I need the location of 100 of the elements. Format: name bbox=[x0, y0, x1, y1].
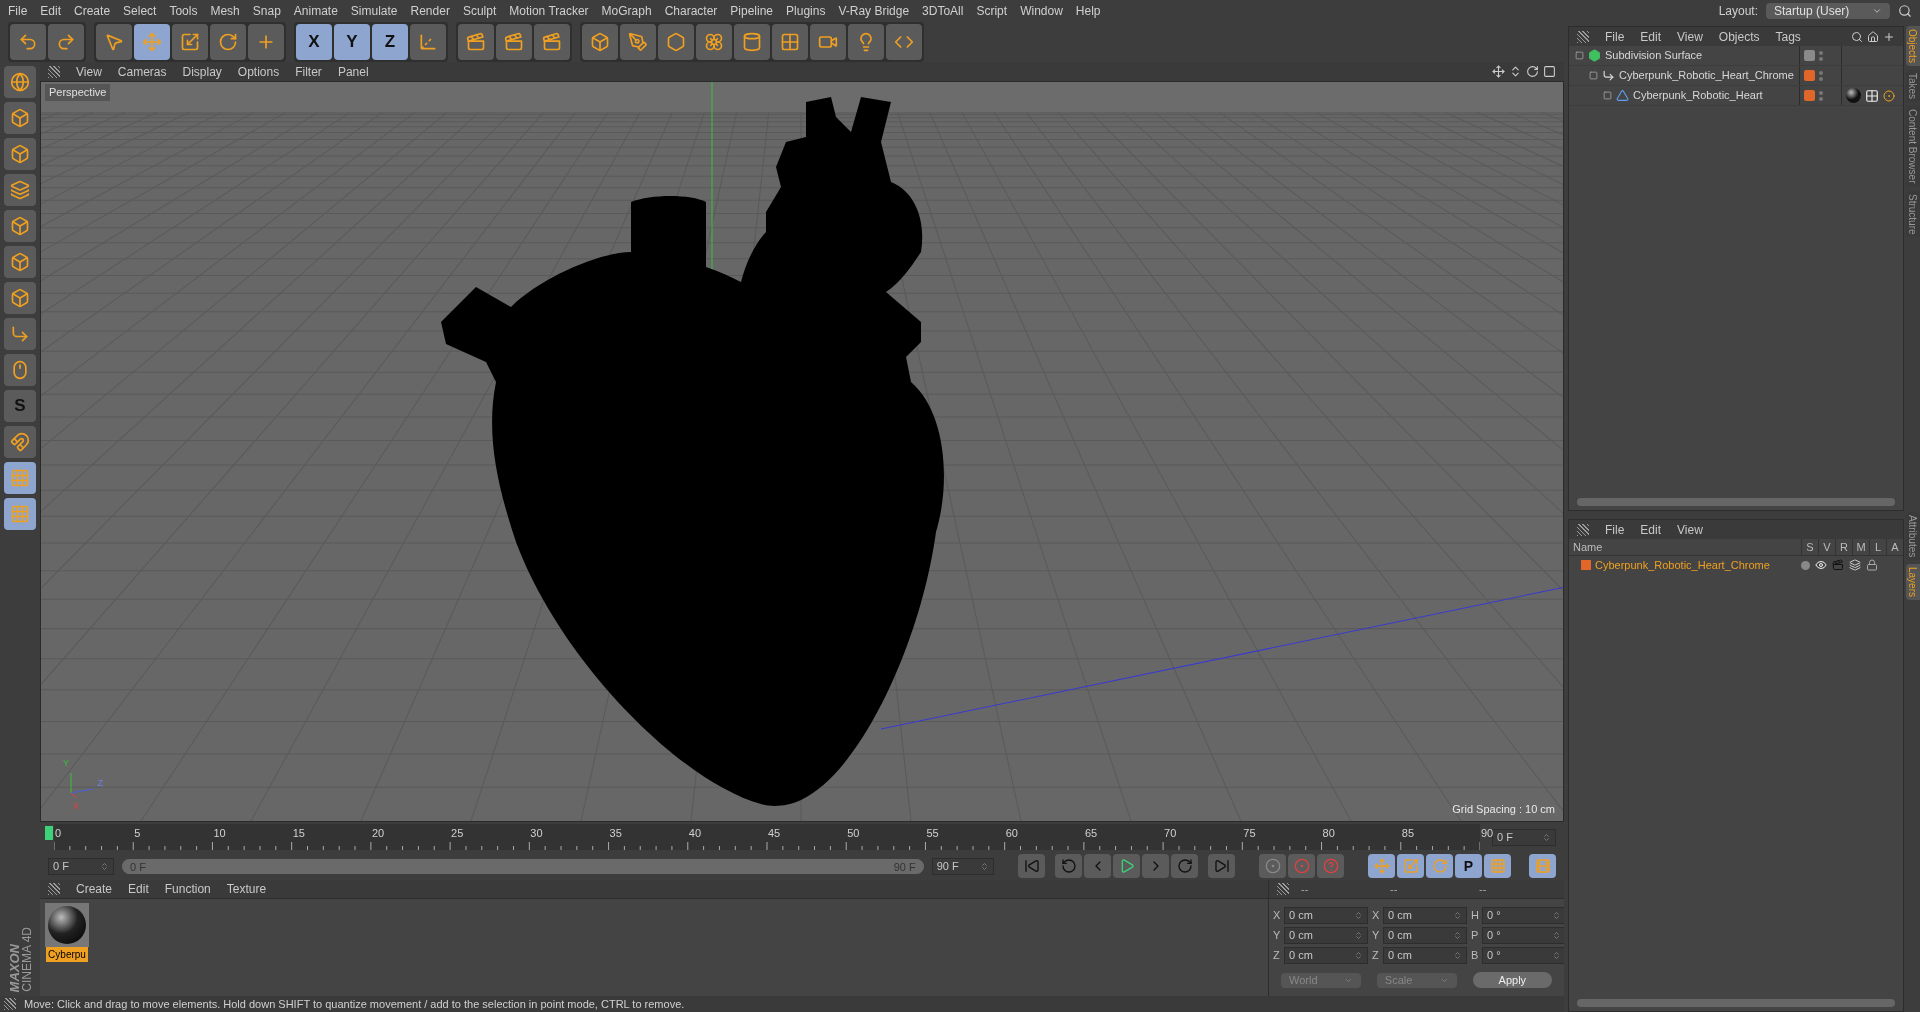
menu-item[interactable]: Edit bbox=[40, 2, 62, 20]
menu-item[interactable]: Cameras bbox=[117, 62, 167, 81]
toolbar-button[interactable] bbox=[4, 282, 36, 314]
spinner-arrows-icon[interactable] bbox=[1552, 951, 1561, 960]
toolbar-button[interactable] bbox=[4, 246, 36, 278]
menu-item[interactable]: Tags bbox=[1775, 27, 1801, 46]
visibility-dots-icon[interactable] bbox=[1819, 70, 1823, 81]
visibility-dots-icon[interactable] bbox=[1819, 50, 1823, 61]
coordinate-field[interactable]: 0 cm bbox=[1383, 927, 1467, 944]
spinner-arrows-icon[interactable] bbox=[1542, 832, 1551, 842]
key-tool-button[interactable]: P bbox=[1455, 854, 1482, 878]
menu-item[interactable]: Motion Tracker bbox=[509, 2, 589, 20]
spinner-arrows-icon[interactable] bbox=[1453, 911, 1462, 920]
playhead-marker[interactable] bbox=[45, 826, 53, 840]
menu-item[interactable]: Select bbox=[123, 2, 157, 20]
checker-tag-icon[interactable] bbox=[1865, 88, 1879, 103]
help-button[interactable] bbox=[1317, 854, 1344, 878]
toolbar-button[interactable] bbox=[4, 66, 36, 98]
toolbar-button[interactable] bbox=[10, 24, 46, 60]
toolbar-button[interactable] bbox=[458, 24, 494, 60]
toolbar-button[interactable] bbox=[658, 24, 694, 60]
start-frame-field[interactable]: 0 F bbox=[48, 857, 115, 875]
menu-item[interactable]: View bbox=[76, 62, 102, 81]
transport-button[interactable] bbox=[1018, 854, 1045, 878]
spinner-arrows-icon[interactable] bbox=[980, 861, 989, 871]
toolbar-button[interactable] bbox=[534, 24, 570, 60]
maximize-icon[interactable] bbox=[1543, 65, 1556, 78]
menu-item[interactable]: V-Ray Bridge bbox=[838, 2, 910, 20]
toolbar-button[interactable] bbox=[248, 24, 284, 60]
toolbar-button[interactable] bbox=[4, 102, 36, 134]
menu-item[interactable]: Edit bbox=[1640, 27, 1662, 46]
spinner-arrows-icon[interactable] bbox=[1453, 931, 1462, 940]
menu-item[interactable]: MoGraph bbox=[601, 2, 652, 20]
key-tool-button[interactable] bbox=[1529, 854, 1556, 878]
scrollbar[interactable] bbox=[1577, 498, 1895, 506]
coordinate-field[interactable]: 0 cm bbox=[1284, 907, 1368, 924]
spinner-arrows-icon[interactable] bbox=[1552, 911, 1561, 920]
toolbar-button[interactable] bbox=[620, 24, 656, 60]
toolbar-button[interactable] bbox=[210, 24, 246, 60]
end-frame-field[interactable]: 90 F bbox=[931, 857, 994, 875]
menu-item[interactable]: Help bbox=[1075, 2, 1101, 20]
spinner-arrows-icon[interactable] bbox=[1354, 951, 1363, 960]
search-icon[interactable] bbox=[1898, 4, 1912, 18]
menu-item[interactable]: Window bbox=[1020, 2, 1063, 20]
toolbar-button[interactable] bbox=[4, 426, 36, 458]
menu-item[interactable]: Edit bbox=[1640, 520, 1662, 539]
expand-icon[interactable] bbox=[1575, 51, 1584, 60]
chevron-down-icon[interactable] bbox=[1872, 6, 1882, 16]
menu-item[interactable]: Display bbox=[182, 62, 222, 81]
eye-icon[interactable] bbox=[1815, 559, 1827, 571]
search-icon[interactable] bbox=[1851, 30, 1863, 43]
toolbar-button[interactable] bbox=[48, 24, 84, 60]
toolbar-button[interactable] bbox=[4, 138, 36, 170]
current-frame-field[interactable]: 0 F bbox=[1492, 828, 1556, 846]
menu-item[interactable]: Sculpt bbox=[462, 2, 497, 20]
menu-item[interactable]: View bbox=[1677, 27, 1703, 46]
menu-item[interactable]: Render bbox=[410, 2, 450, 20]
menu-item[interactable]: View bbox=[1677, 520, 1703, 539]
menu-item[interactable]: Panel bbox=[337, 62, 369, 81]
menu-item[interactable]: Function bbox=[164, 880, 211, 898]
menu-item[interactable]: Objects bbox=[1718, 27, 1760, 46]
transport-button[interactable] bbox=[1055, 854, 1082, 878]
menu-item[interactable]: Snap bbox=[252, 2, 281, 20]
layer-swatch[interactable] bbox=[1804, 50, 1815, 61]
expand-icon[interactable] bbox=[1603, 91, 1612, 100]
spinner-arrows-icon[interactable] bbox=[1354, 911, 1363, 920]
toolbar-button[interactable] bbox=[496, 24, 532, 60]
autokey-button[interactable] bbox=[1259, 854, 1286, 878]
spinner-arrows-icon[interactable] bbox=[100, 861, 110, 871]
material-name[interactable]: Cyberpu bbox=[46, 947, 88, 962]
viewport-canvas[interactable]: Perspective Grid Spacing : 10 cm Y Z X bbox=[40, 81, 1564, 822]
transport-button[interactable] bbox=[1142, 854, 1169, 878]
toolbar-button[interactable] bbox=[410, 24, 446, 60]
menu-item[interactable]: 3DToAll bbox=[922, 2, 964, 20]
menu-item[interactable]: Plugins bbox=[786, 2, 826, 20]
toolbar-button[interactable] bbox=[810, 24, 846, 60]
toolbar-button[interactable] bbox=[4, 210, 36, 242]
pan-icon[interactable] bbox=[1492, 65, 1505, 78]
clapperboard-icon[interactable] bbox=[1832, 559, 1844, 571]
menu-item[interactable]: Tools bbox=[169, 2, 198, 20]
toolbar-button[interactable] bbox=[734, 24, 770, 60]
menu-item[interactable]: Create bbox=[74, 2, 111, 20]
transport-button[interactable] bbox=[1171, 854, 1198, 878]
layer-swatch[interactable] bbox=[1804, 90, 1815, 101]
side-tab[interactable]: Layers bbox=[1906, 564, 1920, 601]
transport-button[interactable] bbox=[1113, 854, 1140, 878]
apply-button[interactable]: Apply bbox=[1472, 972, 1552, 988]
menu-item[interactable]: Texture bbox=[226, 880, 267, 898]
menu-item[interactable]: Create bbox=[76, 880, 113, 898]
coordinate-field[interactable]: 0 cm bbox=[1383, 947, 1467, 964]
visibility-dots-icon[interactable] bbox=[1819, 90, 1823, 101]
side-tab[interactable]: Objects bbox=[1906, 26, 1920, 66]
spinner-arrows-icon[interactable] bbox=[1552, 931, 1561, 940]
layout-dropdown[interactable]: Startup (User) bbox=[1766, 3, 1890, 19]
toolbar-button[interactable]: X bbox=[296, 24, 332, 60]
layer-swatch[interactable] bbox=[1581, 560, 1591, 570]
dolly-icon[interactable] bbox=[1509, 65, 1522, 78]
transport-button[interactable] bbox=[1084, 854, 1111, 878]
toolbar-button[interactable] bbox=[696, 24, 732, 60]
toolbar-button[interactable]: Z bbox=[372, 24, 408, 60]
